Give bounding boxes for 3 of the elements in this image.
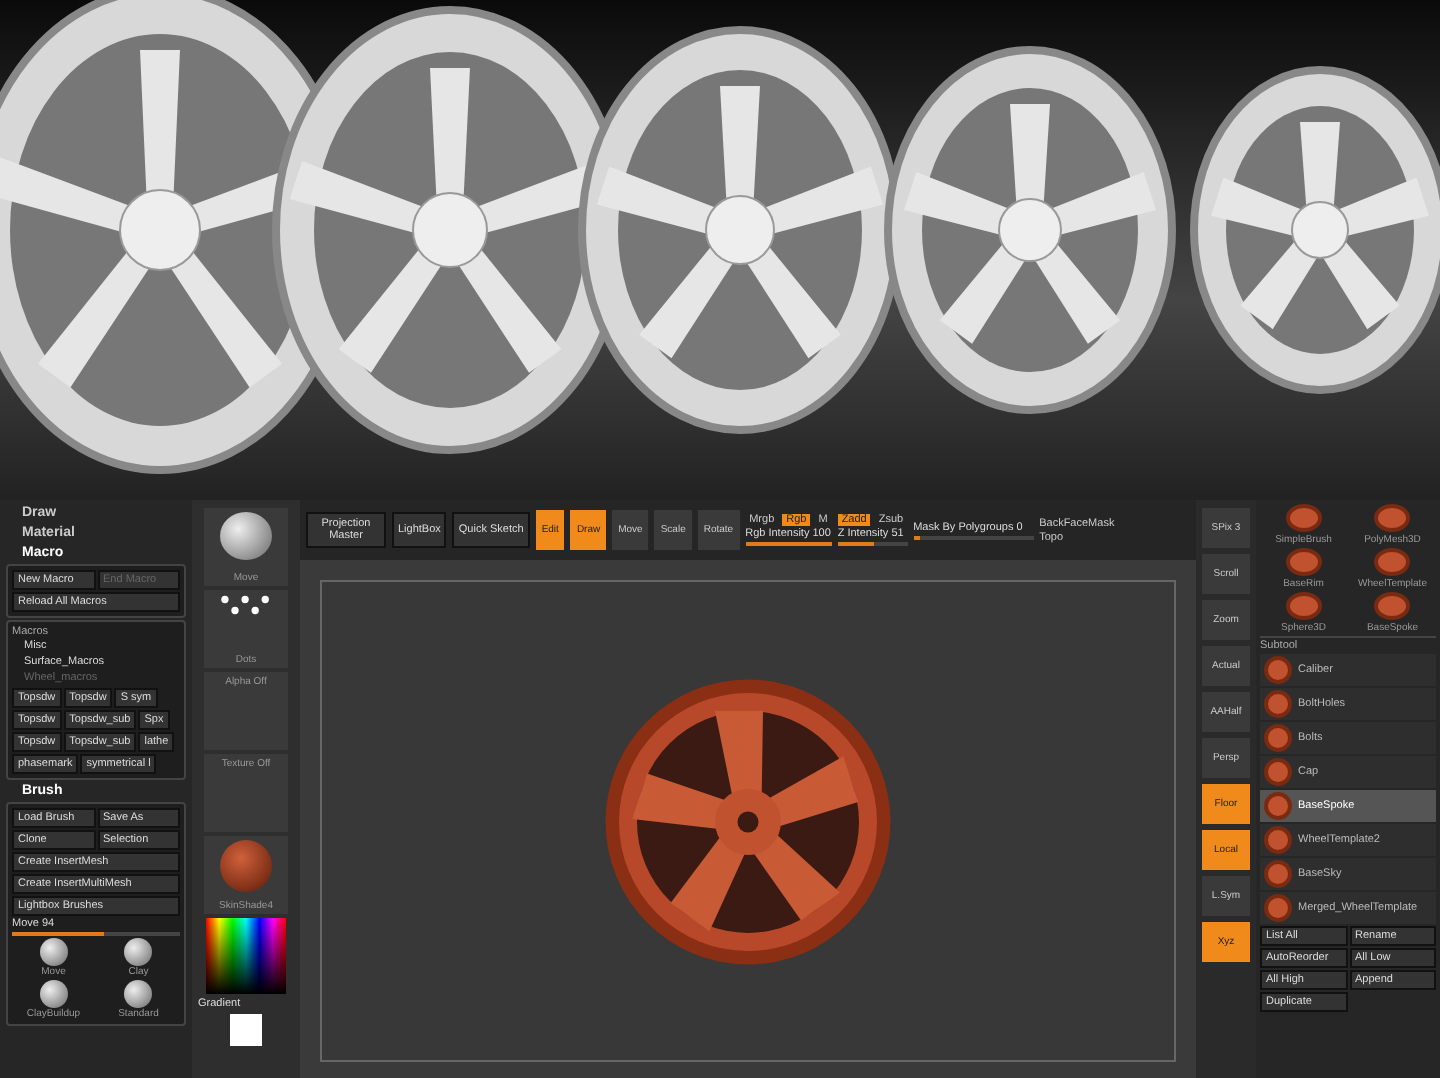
color-swatch[interactable] xyxy=(230,1014,262,1046)
dots-icon xyxy=(218,594,274,616)
color-picker[interactable] xyxy=(206,918,286,994)
